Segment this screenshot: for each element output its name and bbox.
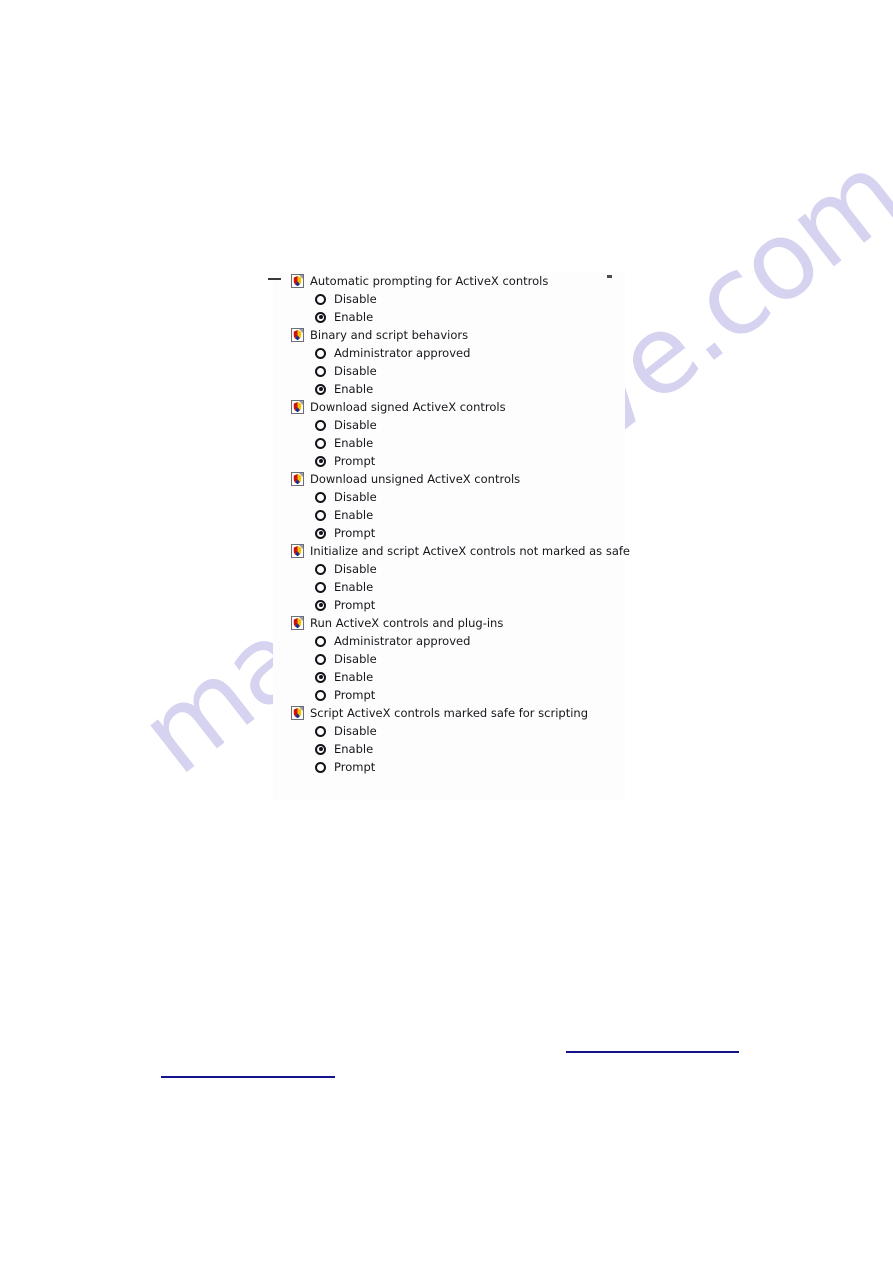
radio-option-row[interactable]: Administrator approved bbox=[273, 344, 625, 362]
radio-option-row[interactable]: Enable bbox=[273, 506, 625, 524]
radio-selected-icon[interactable] bbox=[315, 311, 326, 323]
setting-group: Run ActiveX controls and plug-ins Adminis… bbox=[273, 614, 625, 704]
radio-option-row[interactable]: Disable bbox=[273, 362, 625, 380]
setting-group: Binary and script behaviors Administrator… bbox=[273, 326, 625, 398]
setting-group: Script ActiveX controls marked safe for … bbox=[273, 704, 625, 776]
setting-group-label: Download unsigned ActiveX controls bbox=[310, 472, 521, 486]
radio-option-label: Enable bbox=[334, 742, 374, 756]
radio-unselected-icon[interactable] bbox=[315, 635, 326, 647]
radio-option-label: Disable bbox=[334, 724, 377, 738]
radio-unselected-icon[interactable] bbox=[315, 419, 326, 431]
radio-option-row[interactable]: Disable bbox=[273, 650, 625, 668]
radio-option-row[interactable]: Disable bbox=[273, 560, 625, 578]
policy-page-icon bbox=[291, 328, 304, 342]
radio-option-label: Prompt bbox=[334, 760, 376, 774]
policy-page-icon bbox=[291, 274, 304, 288]
radio-option-row[interactable]: Enable bbox=[273, 434, 625, 452]
setting-group: Download signed ActiveX controls Disable E… bbox=[273, 398, 625, 470]
radio-unselected-icon[interactable] bbox=[315, 761, 326, 773]
radio-option-label: Disable bbox=[334, 292, 377, 306]
radio-option-label: Prompt bbox=[334, 598, 376, 612]
policy-page-icon bbox=[291, 472, 304, 486]
radio-option-row[interactable]: Prompt bbox=[273, 452, 625, 470]
radio-unselected-icon[interactable] bbox=[315, 491, 326, 503]
radio-option-label: Enable bbox=[334, 436, 374, 450]
setting-group-header[interactable]: Script ActiveX controls marked safe for … bbox=[273, 704, 625, 722]
radio-option-label: Enable bbox=[334, 670, 374, 684]
tree-collapse-icon[interactable] bbox=[268, 278, 281, 280]
radio-unselected-icon[interactable] bbox=[315, 347, 326, 359]
setting-group-label: Automatic prompting for ActiveX controls bbox=[310, 274, 549, 288]
radio-unselected-icon[interactable] bbox=[315, 653, 326, 665]
radio-unselected-icon[interactable] bbox=[315, 563, 326, 575]
radio-unselected-icon[interactable] bbox=[315, 365, 326, 377]
setting-group-label: Script ActiveX controls marked safe for … bbox=[310, 706, 588, 720]
radio-option-row[interactable]: Prompt bbox=[273, 758, 625, 776]
radio-option-row[interactable]: Prompt bbox=[273, 524, 625, 542]
radio-option-label: Prompt bbox=[334, 526, 376, 540]
radio-option-label: Administrator approved bbox=[334, 346, 471, 360]
setting-group-header[interactable]: Initialize and script ActiveX controls n… bbox=[273, 542, 630, 560]
radio-option-row[interactable]: Disable bbox=[273, 416, 625, 434]
radio-unselected-icon[interactable] bbox=[315, 437, 326, 449]
radio-unselected-icon[interactable] bbox=[315, 509, 326, 521]
setting-group-label: Initialize and script ActiveX controls n… bbox=[310, 544, 630, 558]
radio-option-row[interactable]: Disable bbox=[273, 722, 625, 740]
radio-option-label: Prompt bbox=[334, 454, 376, 468]
radio-option-label: Disable bbox=[334, 490, 377, 504]
radio-option-label: Administrator approved bbox=[334, 634, 471, 648]
radio-unselected-icon[interactable] bbox=[315, 581, 326, 593]
setting-group-header[interactable]: Automatic prompting for ActiveX controls bbox=[273, 272, 625, 290]
radio-option-row[interactable]: Enable bbox=[273, 668, 625, 686]
setting-group-header[interactable]: Binary and script behaviors bbox=[273, 326, 625, 344]
radio-option-row[interactable]: Prompt bbox=[273, 686, 625, 704]
setting-group-header[interactable]: Download signed ActiveX controls bbox=[273, 398, 625, 416]
policy-page-icon bbox=[291, 706, 304, 720]
radio-selected-icon[interactable] bbox=[315, 671, 326, 683]
radio-option-label: Enable bbox=[334, 580, 374, 594]
radio-option-row[interactable]: Administrator approved bbox=[273, 632, 625, 650]
radio-option-label: Disable bbox=[334, 652, 377, 666]
radio-option-row[interactable]: Enable bbox=[273, 740, 625, 758]
radio-option-label: Disable bbox=[334, 562, 377, 576]
security-settings-tree[interactable]: Automatic prompting for ActiveX controls… bbox=[268, 272, 630, 776]
radio-selected-icon[interactable] bbox=[315, 599, 326, 611]
setting-group-label: Download signed ActiveX controls bbox=[310, 400, 506, 414]
radio-option-label: Disable bbox=[334, 364, 377, 378]
setting-group-header[interactable]: Download unsigned ActiveX controls bbox=[273, 470, 625, 488]
radio-option-label: Disable bbox=[334, 418, 377, 432]
setting-group: Initialize and script ActiveX controls n… bbox=[273, 542, 630, 614]
radio-selected-icon[interactable] bbox=[315, 743, 326, 755]
tree-scroll-tick-icon bbox=[607, 275, 612, 278]
footer-rule-right bbox=[566, 1051, 739, 1053]
activex-settings-panel: Automatic prompting for ActiveX controls… bbox=[268, 272, 630, 800]
radio-option-row[interactable]: Enable bbox=[273, 308, 625, 326]
policy-page-icon bbox=[291, 400, 304, 414]
radio-option-row[interactable]: Enable bbox=[273, 380, 625, 398]
radio-option-label: Enable bbox=[334, 508, 374, 522]
radio-option-row[interactable]: Prompt bbox=[273, 596, 625, 614]
setting-group-label: Binary and script behaviors bbox=[310, 328, 469, 342]
radio-option-row[interactable]: Disable bbox=[273, 488, 625, 506]
radio-unselected-icon[interactable] bbox=[315, 725, 326, 737]
radio-selected-icon[interactable] bbox=[315, 527, 326, 539]
radio-option-label: Enable bbox=[334, 310, 374, 324]
radio-option-label: Prompt bbox=[334, 688, 376, 702]
radio-option-row[interactable]: Disable bbox=[273, 290, 625, 308]
footer-rule-left bbox=[161, 1076, 335, 1078]
setting-group-header[interactable]: Run ActiveX controls and plug-ins bbox=[273, 614, 625, 632]
policy-page-icon bbox=[291, 544, 304, 558]
radio-unselected-icon[interactable] bbox=[315, 689, 326, 701]
setting-group: Download unsigned ActiveX controls Disabl… bbox=[273, 470, 625, 542]
radio-option-label: Enable bbox=[334, 382, 374, 396]
policy-page-icon bbox=[291, 616, 304, 630]
radio-unselected-icon[interactable] bbox=[315, 293, 326, 305]
setting-group-label: Run ActiveX controls and plug-ins bbox=[310, 616, 504, 630]
radio-option-row[interactable]: Enable bbox=[273, 578, 625, 596]
radio-selected-icon[interactable] bbox=[315, 455, 326, 467]
setting-group: Automatic prompting for ActiveX controls… bbox=[273, 272, 625, 326]
radio-selected-icon[interactable] bbox=[315, 383, 326, 395]
